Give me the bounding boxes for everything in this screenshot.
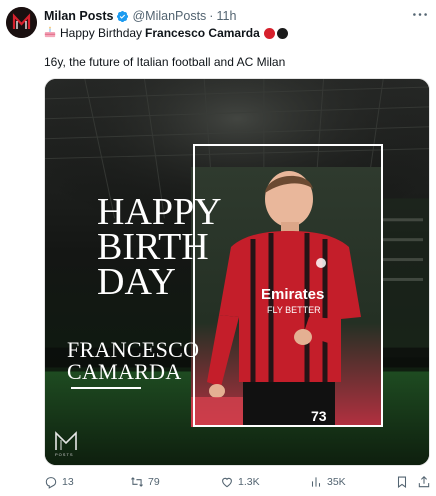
happy-birthday-headline: HAPPY BIRTH DAY [97,191,222,303]
like-count: 1.3K [238,476,260,488]
birthday-text: Happy Birthday [60,26,143,40]
tweet[interactable]: Milan Posts @MilanPosts · 11h Happy Birt… [0,0,436,496]
tweet-subline: Happy Birthday Francesco Camarda [44,25,288,41]
avatar[interactable] [6,7,37,38]
display-name[interactable]: Milan Posts [44,9,113,23]
separator-dot: · [209,9,214,23]
reply-count: 13 [62,476,74,488]
repost-icon [131,477,143,487]
repost-button[interactable]: 79 [130,475,160,489]
red-circle-emoji [263,27,275,39]
views-button[interactable]: 35K [309,475,346,489]
bookmark-icon [397,476,407,488]
action-bar: 13 79 1.3K 35K [44,474,430,490]
share-button[interactable] [417,475,435,489]
verified-icon [116,10,129,23]
birthday-cake-icon [44,25,56,41]
first-name: FRANCESCO [67,337,200,362]
player-full-name: FRANCESCO CAMARDA [67,339,199,383]
black-circle-emoji [276,27,288,39]
player-name-text: Francesco Camarda [145,26,260,40]
headline-line-3: DAY [97,261,176,303]
like-button[interactable]: 1.3K [220,475,260,489]
milan-posts-logo [6,7,37,38]
reply-button[interactable]: 13 [44,475,74,489]
repost-count: 79 [148,476,160,488]
last-name: CAMARDA [67,359,182,384]
tweet-header: Milan Posts @MilanPosts · 11h [44,8,236,24]
tweet-body: 16y, the future of Italian football and … [44,55,286,69]
bookmark-button[interactable] [395,475,413,489]
tweet-media[interactable]: Emirates FLY BETTER 73 HAPPY BIRTH DAY F… [44,78,430,466]
timestamp[interactable]: 11h [216,9,236,23]
headline-line-2: BIRTH [97,226,209,268]
name-underline [71,387,141,389]
handle[interactable]: @MilanPosts [132,9,206,23]
views-icon [311,477,321,487]
headline-line-1: HAPPY [97,191,222,233]
more-icon[interactable] [410,6,430,22]
share-icon [418,476,430,488]
reply-icon [45,477,57,489]
views-count: 35K [327,476,346,488]
like-icon [222,477,232,488]
milan-posts-watermark-icon [55,431,77,450]
watermark-sub: POSTS [55,452,74,457]
